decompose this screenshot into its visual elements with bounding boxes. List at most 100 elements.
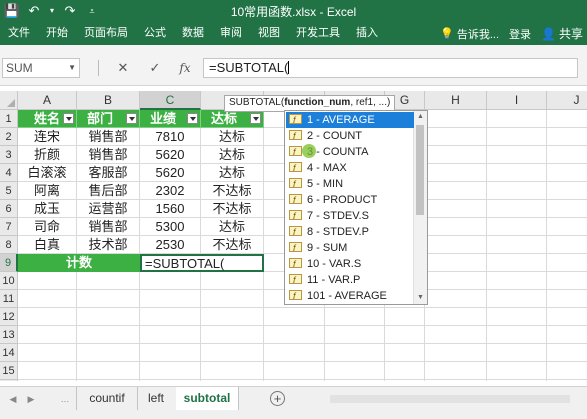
row-header[interactable]: 7 — [0, 218, 18, 236]
formula-input[interactable]: =SUBTOTAL( — [203, 58, 578, 78]
grid-cell[interactable] — [264, 326, 325, 344]
sheet-tab[interactable]: countif — [76, 387, 138, 410]
grid-cell[interactable] — [547, 326, 587, 344]
autocomplete-item[interactable]: 5 - MIN — [286, 176, 414, 192]
row-header[interactable]: 15 — [0, 362, 18, 380]
table-cell[interactable]: 折颜 — [18, 146, 77, 164]
table-cell[interactable]: 运营部 — [77, 200, 140, 218]
grid-cell[interactable] — [425, 272, 487, 290]
function-autocomplete-list[interactable]: ▲ ▼ 1 - AVERAGE 2 - COUNT 3 - COUNTA 4 - MA… — [284, 110, 428, 305]
grid-cell[interactable] — [425, 200, 487, 218]
grid-cell[interactable] — [325, 344, 385, 362]
table-cell[interactable]: 1560 — [140, 200, 201, 218]
grid-cell[interactable] — [487, 218, 547, 236]
autocomplete-item[interactable]: 10 - VAR.S — [286, 256, 414, 272]
table-header-cell[interactable]: 达标 — [201, 110, 264, 128]
grid-cell[interactable] — [425, 254, 487, 272]
grid-cell[interactable] — [140, 272, 201, 290]
grid-cell[interactable] — [487, 236, 547, 254]
ribbon-tab[interactable]: 开始 — [38, 22, 76, 45]
grid-cell[interactable] — [385, 326, 425, 344]
table-cell[interactable]: 达标 — [201, 128, 264, 146]
filter-dropdown-icon[interactable] — [250, 113, 261, 124]
grid-cell[interactable] — [547, 308, 587, 326]
table-header-cell[interactable]: 姓名 — [18, 110, 77, 128]
table-cell[interactable]: 司命 — [18, 218, 77, 236]
grid-cell[interactable] — [547, 164, 587, 182]
filter-dropdown-icon[interactable] — [126, 113, 137, 124]
grid-cell[interactable] — [547, 272, 587, 290]
row-header[interactable]: 2 — [0, 128, 18, 146]
table-cell[interactable]: 达标 — [201, 164, 264, 182]
ribbon-tab[interactable]: 页面布局 — [76, 22, 136, 45]
autocomplete-item[interactable]: 1 - AVERAGE — [286, 112, 414, 128]
table-cell[interactable]: 销售部 — [77, 128, 140, 146]
grid-cell[interactable] — [77, 362, 140, 380]
grid-cell[interactable] — [140, 308, 201, 326]
filter-dropdown-icon[interactable] — [63, 113, 74, 124]
grid-cell[interactable] — [201, 344, 264, 362]
autocomplete-item[interactable]: 6 - PRODUCT — [286, 192, 414, 208]
row-header[interactable]: 14 — [0, 344, 18, 362]
ribbon-tab[interactable]: 文件 — [0, 22, 38, 45]
table-cell[interactable]: 不达标 — [201, 200, 264, 218]
table-cell[interactable]: 白滚滚 — [18, 164, 77, 182]
add-sheet-button[interactable]: + — [270, 391, 285, 406]
table-cell[interactable]: 达标 — [201, 146, 264, 164]
cancel-button[interactable]: ✕ — [113, 58, 133, 78]
grid-cell[interactable] — [18, 272, 77, 290]
tell-me[interactable]: 💡 告诉我... — [440, 26, 499, 42]
ribbon-tab[interactable]: 视图 — [250, 22, 288, 45]
sheet-tab[interactable]: left — [136, 387, 177, 410]
row-header[interactable]: 16 — [0, 380, 18, 381]
grid-cell[interactable] — [264, 344, 325, 362]
select-all-button[interactable] — [0, 91, 18, 110]
more-sheets-icon[interactable]: … — [56, 387, 74, 411]
grid-cell[interactable] — [487, 308, 547, 326]
column-header[interactable]: H — [425, 91, 487, 110]
grid-cell[interactable] — [77, 326, 140, 344]
grid-cell[interactable] — [77, 272, 140, 290]
row-header[interactable]: 5 — [0, 182, 18, 200]
grid-cell[interactable] — [547, 182, 587, 200]
grid-cell[interactable] — [77, 344, 140, 362]
grid-cell[interactable] — [77, 380, 140, 381]
row-header[interactable]: 6 — [0, 200, 18, 218]
grid-cell[interactable] — [547, 290, 587, 308]
grid-cell[interactable] — [425, 182, 487, 200]
grid-cell[interactable] — [425, 344, 487, 362]
grid-cell[interactable] — [385, 308, 425, 326]
grid-cell[interactable] — [487, 110, 547, 128]
grid-cell[interactable] — [487, 182, 547, 200]
grid-cell[interactable] — [487, 362, 547, 380]
grid-cell[interactable] — [425, 218, 487, 236]
column-header[interactable]: C — [140, 91, 201, 110]
grid-cell[interactable] — [385, 380, 425, 381]
grid-cell[interactable] — [325, 308, 385, 326]
grid-cell[interactable] — [487, 146, 547, 164]
grid-cell[interactable] — [18, 326, 77, 344]
grid-cell[interactable] — [385, 362, 425, 380]
autocomplete-item[interactable]: 11 - VAR.P — [286, 272, 414, 288]
undo-icon[interactable]: ↶ — [26, 3, 42, 19]
grid-cell[interactable] — [425, 326, 487, 344]
row-header[interactable]: 11 — [0, 290, 18, 308]
table-cell[interactable]: 5620 — [140, 146, 201, 164]
grid-cell[interactable] — [547, 254, 587, 272]
grid-cell[interactable] — [18, 308, 77, 326]
row-header[interactable]: 9 — [0, 254, 18, 272]
grid-cell[interactable] — [487, 380, 547, 381]
grid-cell[interactable] — [201, 308, 264, 326]
table-cell[interactable]: 售后部 — [77, 182, 140, 200]
autocomplete-item[interactable]: 2 - COUNT — [286, 128, 414, 144]
redo-icon[interactable]: ↷ — [62, 3, 78, 19]
grid-cell[interactable] — [140, 362, 201, 380]
table-header-cell[interactable]: 业绩 — [140, 110, 201, 128]
grid-cell[interactable] — [547, 362, 587, 380]
horizontal-scrollbar[interactable] — [330, 395, 570, 403]
grid-cell[interactable] — [201, 272, 264, 290]
grid-cell[interactable] — [547, 380, 587, 381]
grid-cell[interactable] — [201, 326, 264, 344]
next-sheet-icon[interactable]: ▶ — [22, 387, 40, 411]
column-header[interactable]: B — [77, 91, 140, 110]
